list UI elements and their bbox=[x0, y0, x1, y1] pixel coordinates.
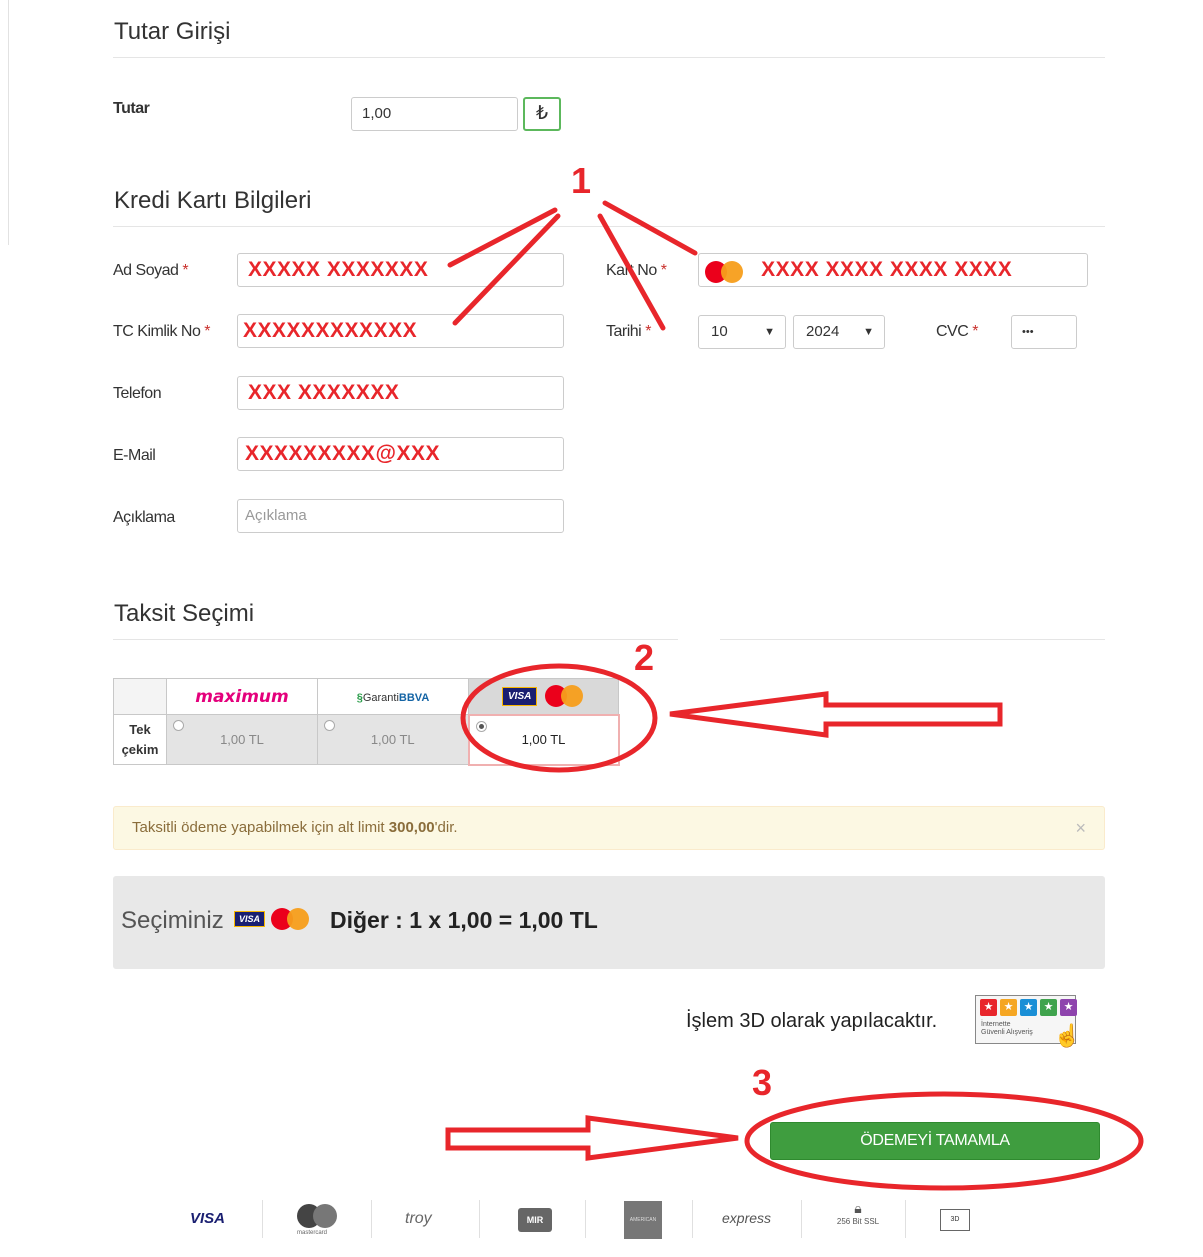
selection-label: Seçiminiz bbox=[121, 907, 224, 934]
hand-pointer-icon: ☝ bbox=[1053, 1023, 1081, 1048]
phone-label: Telefon bbox=[113, 385, 162, 402]
cvc-input[interactable]: ••• bbox=[1011, 315, 1077, 349]
footer-troy-logo: troy bbox=[405, 1210, 432, 1227]
email-label: E-Mail bbox=[113, 447, 156, 464]
selected-card-logos: VISA bbox=[234, 908, 311, 930]
amount-section-title: Tutar Girişi bbox=[114, 18, 231, 45]
selection-summary-text: Diğer : 1 x 1,00 = 1,00 TL bbox=[330, 907, 598, 933]
email-input[interactable]: XXXXXXXXX@XXX bbox=[237, 437, 564, 471]
footer-separator bbox=[479, 1200, 480, 1238]
amount-input[interactable]: 1,00 bbox=[351, 97, 518, 131]
installment-table: maximum §GarantiBBVA VISA Tek çekim 1,00 … bbox=[113, 678, 620, 766]
radio-button[interactable] bbox=[173, 720, 184, 731]
radio-button[interactable] bbox=[324, 720, 335, 731]
footer-amex-logo: AMERICAN EXPRESS bbox=[624, 1201, 662, 1239]
tc-label: TC Kimlik No * bbox=[113, 323, 211, 340]
option-maximum[interactable]: 1,00 TL bbox=[166, 714, 318, 765]
footer-separator bbox=[262, 1200, 263, 1238]
currency-button[interactable]: ₺ bbox=[523, 97, 561, 131]
bank-header-garanti: §GarantiBBVA bbox=[317, 678, 469, 715]
bank-header-visa-mc: VISA bbox=[468, 678, 619, 715]
annotation-number-1: 1 bbox=[571, 160, 592, 201]
radio-button-selected[interactable] bbox=[475, 720, 487, 732]
row-label-tek-cekim: Tek çekim bbox=[113, 714, 167, 765]
footer-separator bbox=[585, 1200, 586, 1238]
mastercard-icon bbox=[705, 261, 745, 284]
footer-separator bbox=[905, 1200, 906, 1238]
visa-logo: VISA bbox=[502, 686, 538, 706]
secure-3d-text: İşlem 3D olarak yapılacaktır. bbox=[686, 1010, 938, 1032]
mastercard-icon bbox=[271, 908, 311, 930]
installment-divider-right bbox=[720, 639, 1105, 640]
annotation-line-card-no bbox=[602, 200, 698, 256]
installment-section-title: Taksit Seçimi bbox=[114, 600, 255, 627]
left-border-rule bbox=[8, 0, 9, 245]
footer-mastercard-logo: mastercard bbox=[297, 1204, 341, 1238]
bank-header-maximum: maximum bbox=[166, 678, 318, 715]
complete-payment-button[interactable]: ÖDEMEYİ TAMAMLA bbox=[770, 1122, 1100, 1160]
maximum-logo: maximum bbox=[195, 686, 289, 707]
footer-bkm-express-logo: express bbox=[722, 1210, 772, 1226]
annotation-arrow-installment bbox=[669, 691, 1003, 738]
cvc-label: CVC * bbox=[936, 323, 978, 340]
footer-separator bbox=[692, 1200, 693, 1238]
footer-separator bbox=[371, 1200, 372, 1238]
annotation-arrow-pay bbox=[445, 1115, 739, 1161]
mastercard-logo bbox=[544, 685, 585, 708]
card-no-value: XXXX XXXX XXXX XXXX bbox=[761, 258, 1013, 281]
card-section-divider bbox=[113, 226, 1105, 227]
annotation-number-2: 2 bbox=[634, 637, 655, 678]
date-label: Tarihi * bbox=[606, 323, 651, 340]
phone-input[interactable]: XXX XXXXXXX bbox=[237, 376, 564, 410]
annotation-number-3: 3 bbox=[752, 1062, 773, 1103]
footer-visa-logo: VISA bbox=[190, 1210, 226, 1227]
badge-line-2: Güvenli Alışveriş bbox=[981, 1029, 1033, 1036]
lira-icon: ₺ bbox=[535, 103, 549, 124]
selection-summary: Seçiminiz VISA Diğer : 1 x 1,00 = 1,00 T… bbox=[113, 876, 1105, 969]
installment-divider-left bbox=[113, 639, 678, 640]
name-label: Ad Soyad * bbox=[113, 262, 189, 279]
secure-shopping-badge: ★ ★ ★ ★ ★ İnternette Güvenli Alışveriş ☝ bbox=[975, 995, 1081, 1048]
footer-ssl-logo: 🔒︎ 256 Bit SSL bbox=[833, 1200, 883, 1226]
card-no-input[interactable]: XXXX XXXX XXXX XXXX bbox=[698, 253, 1088, 287]
footer-mir-logo: MIR bbox=[518, 1208, 552, 1232]
footer-3d-secure-logo: 3D SECURE bbox=[940, 1209, 970, 1231]
desc-input[interactable]: Açıklama bbox=[237, 499, 564, 533]
card-section-title: Kredi Kartı Bilgileri bbox=[114, 187, 312, 214]
badge-line-1: İnternette bbox=[981, 1021, 1011, 1028]
amount-section-divider bbox=[113, 57, 1105, 58]
garanti-logo: §GarantiBBVA bbox=[356, 692, 430, 704]
badge-stars-icon: ★ ★ ★ ★ ★ bbox=[980, 999, 1077, 1016]
month-select[interactable]: 10 ▼ bbox=[698, 315, 786, 349]
footer-separator bbox=[801, 1200, 802, 1238]
dropdown-arrow-icon: ▼ bbox=[863, 326, 874, 338]
name-input[interactable]: XXXXX XXXXXXX bbox=[237, 253, 564, 287]
lock-icon: 🔒︎ bbox=[854, 1200, 862, 1216]
option-garanti[interactable]: 1,00 TL bbox=[317, 714, 469, 765]
dropdown-arrow-icon: ▼ bbox=[764, 326, 775, 338]
option-visa-mc[interactable]: 1,00 TL bbox=[467, 713, 620, 766]
amount-label: Tutar bbox=[113, 100, 150, 117]
table-corner-cell bbox=[113, 678, 167, 715]
min-limit-alert: Taksitli ödeme yapabilmek için alt limit… bbox=[113, 806, 1105, 850]
year-select[interactable]: 2024 ▼ bbox=[793, 315, 885, 349]
card-no-label: Kart No * bbox=[606, 262, 667, 279]
desc-label: Açıklama bbox=[113, 509, 175, 526]
visa-icon: VISA bbox=[234, 911, 266, 927]
close-icon[interactable]: × bbox=[1075, 807, 1086, 849]
tc-input[interactable]: XXXXXXXXXXXX bbox=[237, 314, 564, 348]
